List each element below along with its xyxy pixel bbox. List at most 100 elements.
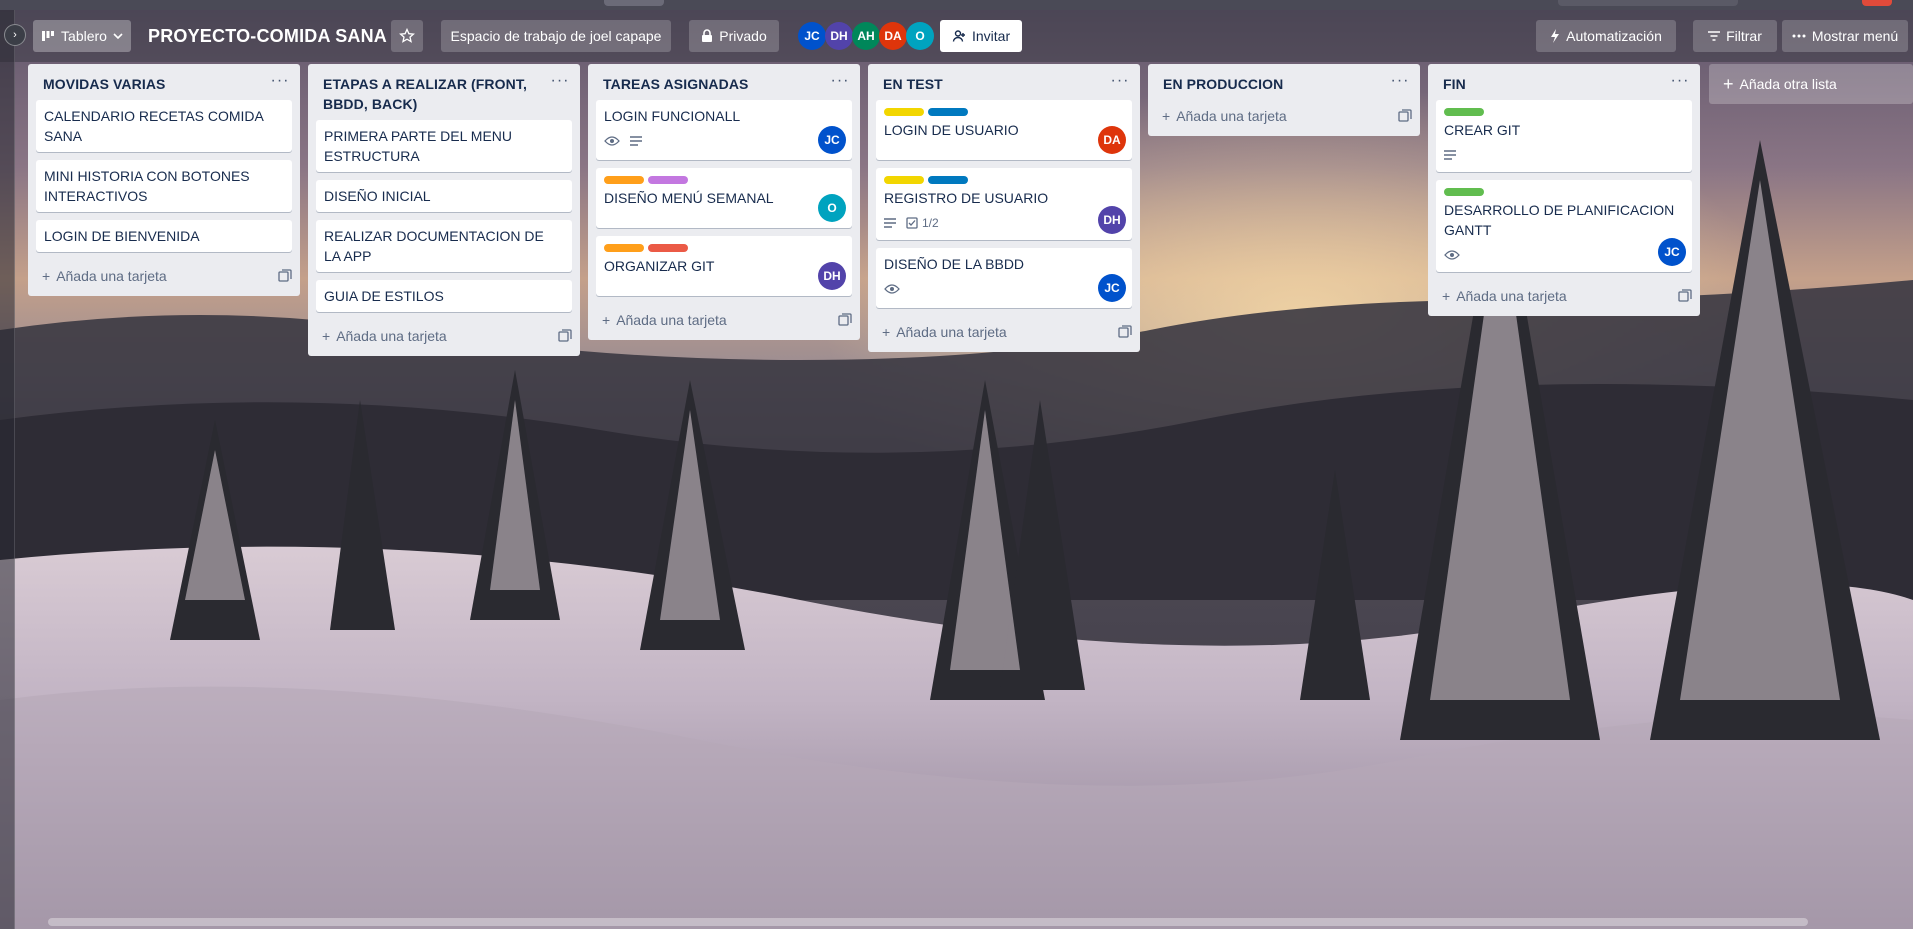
add-list-label: Añada otra lista xyxy=(1739,76,1837,92)
card[interactable]: GUIA DE ESTILOS xyxy=(316,280,572,312)
label-blue[interactable] xyxy=(928,176,968,184)
list-title[interactable]: FIN xyxy=(1443,74,1466,94)
card[interactable]: ORGANIZAR GIT DH xyxy=(596,236,852,296)
card[interactable]: REGISTRO DE USUARIO 1/2 DH xyxy=(876,168,1132,240)
label-yellow[interactable] xyxy=(884,108,924,116)
add-card-label: Añada una tarjeta xyxy=(56,268,167,284)
view-switcher-button[interactable]: Tablero xyxy=(33,20,131,52)
member-avatar-o[interactable]: O xyxy=(906,22,934,50)
star-icon xyxy=(399,28,415,44)
add-card-button[interactable]: + Añada una tarjeta xyxy=(1428,280,1700,312)
star-board-button[interactable] xyxy=(391,20,423,52)
description-icon xyxy=(1444,150,1456,160)
board-title[interactable]: PROYECTO-COMIDA SANA xyxy=(148,22,387,50)
horizontal-scrollbar[interactable] xyxy=(48,918,1808,926)
card-title: LOGIN DE USUARIO xyxy=(884,122,1019,138)
template-icon[interactable] xyxy=(1118,325,1132,339)
label-yellow[interactable] xyxy=(884,176,924,184)
card[interactable]: LOGIN DE USUARIO DA xyxy=(876,100,1132,160)
member-avatar-da[interactable]: DA xyxy=(879,22,907,50)
description-icon xyxy=(884,218,896,228)
card[interactable]: CALENDARIO RECETAS COMIDA SANA xyxy=(36,100,292,152)
invite-button[interactable]: Invitar xyxy=(940,20,1023,52)
more-icon: ··· xyxy=(1390,72,1410,89)
card[interactable]: LOGIN FUNCIONALL JC xyxy=(596,100,852,160)
member-avatar-jc[interactable]: JC xyxy=(798,22,826,50)
label-red[interactable] xyxy=(648,244,688,252)
member-avatar-ah[interactable]: AH xyxy=(852,22,880,50)
avatar-initials: DH xyxy=(830,29,848,43)
card[interactable]: LOGIN DE BIENVENIDA xyxy=(36,220,292,252)
automation-button[interactable]: Automatización xyxy=(1536,20,1676,52)
menu-label: Mostrar menú xyxy=(1811,28,1899,44)
plus-icon: + xyxy=(602,312,611,328)
card-title: CREAR GIT xyxy=(1444,122,1521,138)
visibility-button[interactable]: Privado xyxy=(689,20,779,52)
card-member-avatar[interactable]: JC xyxy=(818,126,846,154)
filter-button[interactable]: Filtrar xyxy=(1693,20,1777,52)
card[interactable]: CREAR GIT xyxy=(1436,100,1692,172)
card-member-avatar[interactable]: JC xyxy=(1658,238,1686,266)
card-title: ORGANIZAR GIT xyxy=(604,258,715,274)
label-orange[interactable] xyxy=(604,176,644,184)
template-icon[interactable] xyxy=(838,313,852,327)
show-menu-button[interactable]: Mostrar menú xyxy=(1782,20,1908,52)
list-menu-button[interactable]: ··· xyxy=(1388,72,1412,94)
board-view-icon xyxy=(41,29,55,43)
template-icon[interactable] xyxy=(1398,109,1412,123)
card-member-avatar[interactable]: DH xyxy=(1098,206,1126,234)
card-member-avatar[interactable]: JC xyxy=(1098,274,1126,302)
add-card-button[interactable]: + Añada una tarjeta xyxy=(868,316,1140,348)
card[interactable]: MINI HISTORIA CON BOTONES INTERACTIVOS xyxy=(36,160,292,212)
add-card-button[interactable]: + Añada una tarjeta xyxy=(588,304,860,336)
avatar-initials: AH xyxy=(857,29,875,43)
checklist-count: 1/2 xyxy=(922,216,939,230)
checklist-badge: 1/2 xyxy=(906,216,939,230)
card[interactable]: DESARROLLO DE PLANIFICACION GANTT JC xyxy=(1436,180,1692,272)
label-blue[interactable] xyxy=(928,108,968,116)
label-purple[interactable] xyxy=(648,176,688,184)
list-title[interactable]: MOVIDAS VARIAS xyxy=(43,74,166,94)
template-icon[interactable] xyxy=(558,329,572,343)
template-icon[interactable] xyxy=(1678,289,1692,303)
list-title[interactable]: TAREAS ASIGNADAS xyxy=(603,74,749,94)
card-title: REALIZAR DOCUMENTACION DE LA APP xyxy=(324,228,544,264)
filter-label: Filtrar xyxy=(1726,28,1762,44)
add-card-button[interactable]: + Añada una tarjeta xyxy=(28,260,300,292)
browser-top-strip xyxy=(0,0,1913,10)
list-title[interactable]: EN PRODUCCION xyxy=(1163,74,1283,94)
label-green[interactable] xyxy=(1444,188,1484,196)
card[interactable]: DISEÑO MENÚ SEMANAL O xyxy=(596,168,852,228)
card[interactable]: DISEÑO INICIAL xyxy=(316,180,572,212)
card[interactable]: DISEÑO DE LA BBDD JC xyxy=(876,248,1132,308)
list-menu-button[interactable]: ··· xyxy=(268,73,292,94)
label-orange[interactable] xyxy=(604,244,644,252)
add-card-button[interactable]: + Añada una tarjeta xyxy=(308,320,580,352)
add-card-button[interactable]: + Añada una tarjeta xyxy=(1148,100,1420,132)
visibility-label: Privado xyxy=(719,28,767,44)
member-avatar-dh[interactable]: DH xyxy=(825,22,853,50)
card[interactable]: PRIMERA PARTE DEL MENU ESTRUCTURA xyxy=(316,120,572,172)
expand-sidebar-button[interactable]: › xyxy=(4,24,26,46)
more-icon: ··· xyxy=(1670,72,1690,89)
label-green[interactable] xyxy=(1444,108,1484,116)
template-icon[interactable] xyxy=(278,269,292,283)
card-member-avatar[interactable]: DA xyxy=(1098,126,1126,154)
more-icon: ··· xyxy=(830,72,850,89)
plus-icon: + xyxy=(42,268,51,284)
list-etapas-a-realizar: ETAPAS A REALIZAR (FRONT, BBDD, BACK) ··… xyxy=(308,64,580,356)
list-menu-button[interactable]: ··· xyxy=(1108,73,1132,94)
list-menu-button[interactable]: ··· xyxy=(828,72,852,94)
card-title: DISEÑO MENÚ SEMANAL xyxy=(604,190,774,206)
list-menu-button[interactable]: ··· xyxy=(1668,72,1692,94)
card[interactable]: REALIZAR DOCUMENTACION DE LA APP xyxy=(316,220,572,272)
card-member-avatar[interactable]: DH xyxy=(818,262,846,290)
card-member-avatar[interactable]: O xyxy=(818,194,846,222)
list-fin: FIN ··· CREAR GIT DESARROLLO DE PLANIFIC… xyxy=(1428,64,1700,316)
add-person-icon xyxy=(952,29,966,43)
list-menu-button[interactable]: ··· xyxy=(548,73,572,94)
list-title[interactable]: ETAPAS A REALIZAR (FRONT, BBDD, BACK) xyxy=(323,74,533,114)
list-title[interactable]: EN TEST xyxy=(883,74,943,94)
add-list-button[interactable]: + Añada otra lista xyxy=(1709,64,1913,104)
workspace-button[interactable]: Espacio de trabajo de joel capape xyxy=(441,20,671,52)
